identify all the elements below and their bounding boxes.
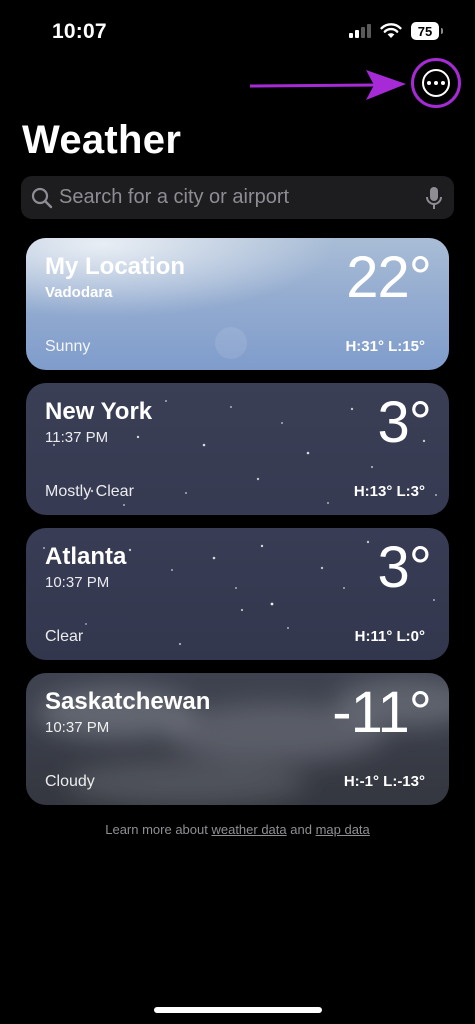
status-bar: 10:07 75 [0,0,475,62]
weather-condition: Cloudy [45,773,95,790]
weather-condition: Sunny [45,338,91,355]
status-time: 10:07 [52,20,107,43]
city-name: My Location [45,253,186,280]
current-temperature: -11° [332,680,432,745]
current-temperature: 3° [377,535,432,600]
ellipsis-circle-icon [422,69,450,97]
city-name: New York [45,398,153,425]
high-low-temperature: H:-1° L:-13° [343,773,425,790]
city-name: Saskatchewan [45,688,211,715]
battery-icon: 75 [411,22,443,40]
footer-note: Learn more about weather data and map da… [0,822,475,837]
weather-condition: Clear [45,628,84,645]
high-low-temperature: H:11° L:0° [354,628,425,645]
local-time: 11:37 PM [45,429,109,446]
home-indicator[interactable] [154,1007,322,1013]
wifi-icon [380,23,402,38]
city-name: Atlanta [45,543,127,570]
high-low-temperature: H:31° L:15° [345,338,425,355]
more-options-button[interactable] [411,58,461,108]
location-card-my-location[interactable]: My Location Vadodara 22° Sunny H:31° L:1… [26,238,449,370]
current-temperature: 3° [377,390,432,455]
current-temperature: 22° [346,245,432,310]
page-title: Weather [22,118,182,162]
local-time: 10:37 PM [45,574,110,591]
search-bar[interactable] [21,176,454,219]
status-icons: 75 [349,22,443,40]
location-card-atlanta[interactable]: Atlanta 10:37 PM 3° Clear H:11° L:0° [26,528,449,660]
footer-middle: and [286,822,316,837]
local-time: 10:37 PM [45,719,110,736]
location-card-new-york[interactable]: New York 11:37 PM 3° Mostly Clear H:13° … [26,383,449,515]
cellular-signal-icon [349,24,371,38]
annotation-arrow [249,70,406,100]
footer-prefix: Learn more about [105,822,212,837]
high-low-temperature: H:13° L:3° [353,483,425,500]
location-card-saskatchewan[interactable]: Saskatchewan 10:37 PM -11° Cloudy H:-1° … [26,673,449,805]
map-data-link[interactable]: map data [316,822,370,837]
search-input[interactable] [59,186,424,209]
weather-condition: Mostly Clear [45,483,134,500]
weather-data-link[interactable]: weather data [211,822,286,837]
location-subtitle: Vadodara [45,284,113,301]
microphone-icon[interactable] [424,186,444,210]
search-icon [31,187,53,208]
